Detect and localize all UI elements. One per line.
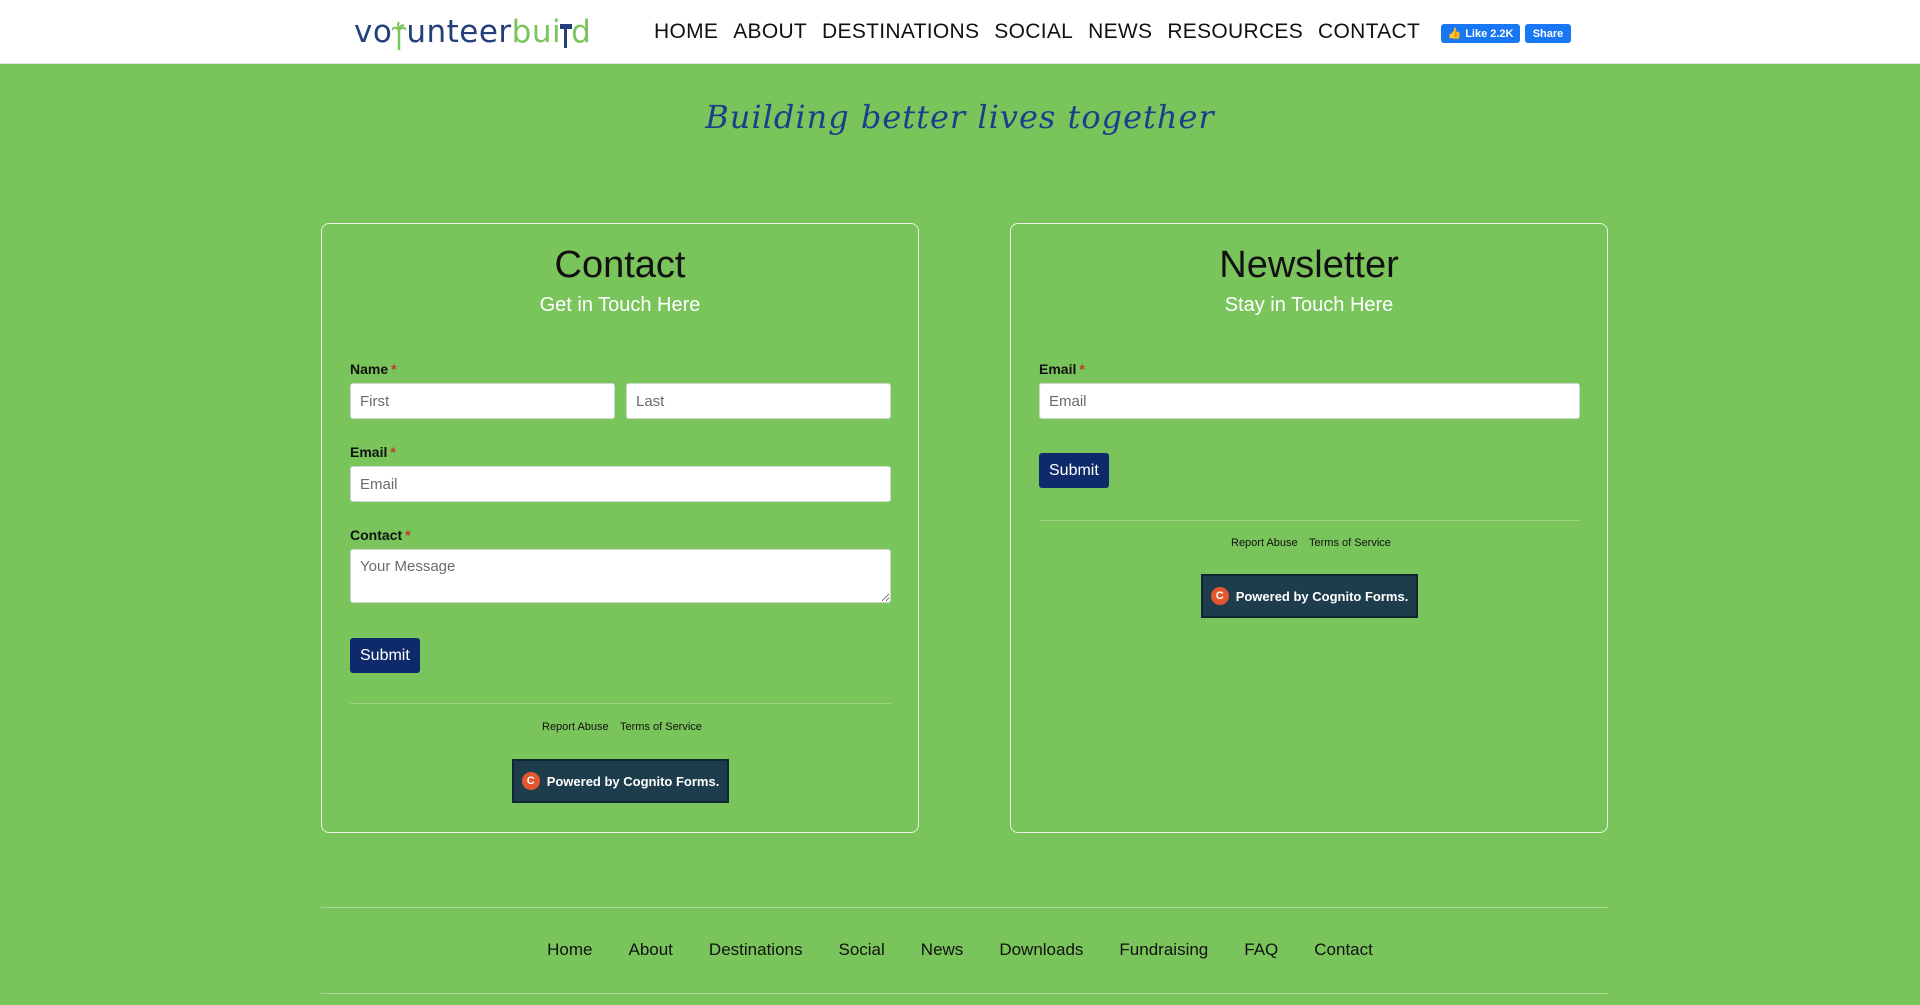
contact-subtitle: Get in Touch Here bbox=[539, 294, 701, 316]
newsletter-email-label-text: Email bbox=[1039, 361, 1077, 377]
required-asterisk: * bbox=[390, 444, 396, 460]
footer-link-fundraising[interactable]: Fundraising bbox=[1119, 940, 1208, 960]
name-label: Name * bbox=[350, 361, 397, 377]
site-logo[interactable]: vo unteerbui d bbox=[354, 12, 591, 52]
terms-of-service-link[interactable]: Terms of Service bbox=[1309, 537, 1391, 549]
newsletter-subtitle: Stay in Touch Here bbox=[1224, 294, 1394, 316]
newsletter-submit-button[interactable]: Submit bbox=[1039, 453, 1109, 488]
footer-link-faq[interactable]: FAQ bbox=[1244, 940, 1278, 960]
contact-label: Contact * bbox=[350, 527, 411, 543]
cognito-text: Powered by Cognito Forms. bbox=[546, 773, 720, 789]
nav-destinations[interactable]: DESTINATIONS bbox=[822, 20, 979, 44]
fb-share-label: Share bbox=[1532, 27, 1564, 40]
nav-contact[interactable]: CONTACT bbox=[1318, 20, 1420, 44]
nav-resources[interactable]: RESOURCES bbox=[1167, 20, 1303, 44]
email-input[interactable] bbox=[350, 466, 891, 502]
contact-title: Contact bbox=[554, 244, 686, 286]
fb-like-label: Like 2.2K bbox=[1465, 27, 1514, 40]
nav-home[interactable]: HOME bbox=[654, 20, 718, 44]
message-textarea[interactable] bbox=[350, 549, 891, 603]
facebook-share-button[interactable]: Share bbox=[1525, 24, 1571, 43]
contact-submit-button[interactable]: Submit bbox=[350, 638, 420, 673]
footer-link-downloads[interactable]: Downloads bbox=[999, 940, 1083, 960]
last-name-input[interactable] bbox=[626, 383, 891, 419]
report-abuse-link[interactable]: Report Abuse bbox=[542, 721, 609, 733]
footer-link-contact[interactable]: Contact bbox=[1314, 940, 1373, 960]
email-label-text: Email bbox=[350, 444, 388, 460]
footer-link-about[interactable]: About bbox=[628, 940, 672, 960]
name-label-text: Name bbox=[350, 361, 389, 377]
footer-nav: Home About Destinations Social News Down… bbox=[0, 940, 1920, 960]
divider bbox=[1039, 520, 1580, 521]
newsletter-email-input[interactable] bbox=[1039, 383, 1580, 419]
nav-about[interactable]: ABOUT bbox=[733, 20, 807, 44]
logo-text-1: vo bbox=[354, 14, 393, 50]
required-asterisk: * bbox=[391, 361, 397, 377]
nav-social[interactable]: SOCIAL bbox=[994, 20, 1073, 44]
footer-link-news[interactable]: News bbox=[921, 940, 964, 960]
main-nav: HOME ABOUT DESTINATIONS SOCIAL NEWS RESO… bbox=[654, 20, 1435, 44]
footer-link-social[interactable]: Social bbox=[838, 940, 884, 960]
footer-link-home[interactable]: Home bbox=[547, 940, 592, 960]
logo-text-2: unteer bbox=[406, 14, 512, 50]
newsletter-email-label: Email * bbox=[1039, 361, 1085, 377]
contact-form-card: Contact Get in Touch Here Name* Email* C… bbox=[321, 223, 919, 833]
nav-news[interactable]: NEWS bbox=[1088, 20, 1152, 44]
cognito-text: Powered by Cognito Forms. bbox=[1235, 588, 1409, 604]
cognito-forms-badge[interactable]: C Powered by Cognito Forms. bbox=[512, 759, 729, 803]
email-label: Email * bbox=[350, 444, 396, 460]
newsletter-form-card: Newsletter Stay in Touch Here Email* Sub… bbox=[1010, 223, 1608, 833]
first-name-input[interactable] bbox=[350, 383, 615, 419]
contact-label-text: Contact bbox=[350, 527, 403, 543]
divider bbox=[350, 703, 891, 704]
cognito-forms-badge[interactable]: C Powered by Cognito Forms. bbox=[1201, 574, 1418, 618]
required-asterisk: * bbox=[405, 527, 411, 543]
footer-link-destinations[interactable]: Destinations bbox=[709, 940, 803, 960]
cognito-logo-icon: C bbox=[1210, 587, 1229, 605]
logo-text-3: bui bbox=[511, 14, 562, 50]
site-tagline: Building better lives together bbox=[705, 98, 1215, 136]
cognito-logo-icon: C bbox=[521, 772, 540, 790]
footer-divider-top bbox=[321, 907, 1608, 908]
logo-text-4: d bbox=[571, 14, 592, 50]
top-navbar: vo unteerbui d HOME ABOUT DESTINATIONS SOC… bbox=[0, 0, 1920, 64]
footer-divider-bottom bbox=[321, 993, 1608, 994]
required-asterisk: * bbox=[1079, 361, 1085, 377]
report-abuse-link[interactable]: Report Abuse bbox=[1231, 537, 1298, 549]
thumbs-up-icon: 👍 bbox=[1447, 28, 1462, 40]
newsletter-title: Newsletter bbox=[1219, 244, 1399, 286]
terms-of-service-link[interactable]: Terms of Service bbox=[620, 721, 702, 733]
facebook-like-button[interactable]: 👍 Like 2.2K bbox=[1441, 24, 1520, 43]
